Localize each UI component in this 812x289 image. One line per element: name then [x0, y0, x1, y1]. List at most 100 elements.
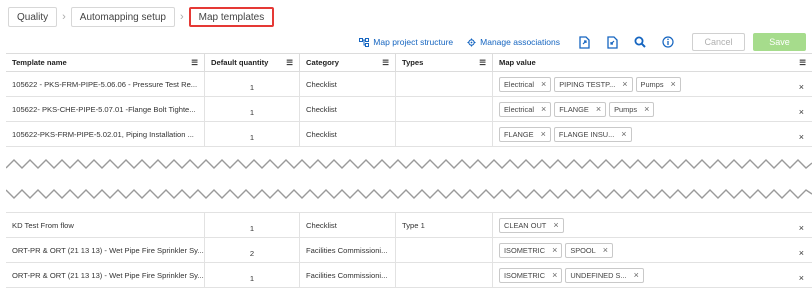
table-row[interactable]: 105622- PKS-CHE-PIPE-5.07.01 -Flange Bol…	[6, 97, 812, 122]
map-value-cell[interactable]: ISOMETRIC × SPOOL × ×	[493, 238, 812, 262]
types-cell[interactable]: Type 1	[396, 213, 493, 237]
map-value-chip: SPOOL ×	[565, 242, 614, 258]
column-header-map-value[interactable]: Map value ☰	[493, 54, 812, 71]
column-header-types[interactable]: Types ☰	[396, 54, 493, 71]
template-name-cell[interactable]: 105622 - PKS-FRM-PIPE-5.06.06 - Pressure…	[6, 72, 205, 96]
chip-label: Electrical	[504, 104, 534, 114]
template-name-cell[interactable]: ORT-PR & ORT (21 13 13) - Wet Pipe Fire …	[6, 263, 205, 287]
close-icon[interactable]: ×	[634, 270, 639, 280]
map-value-chip: FLANGE ×	[499, 126, 551, 142]
column-header-template-name[interactable]: Template name ☰	[6, 54, 205, 71]
import-icon[interactable]	[602, 33, 622, 51]
close-icon[interactable]: ×	[644, 104, 649, 114]
close-icon[interactable]: ×	[603, 245, 608, 255]
chip-label: CLEAN OUT	[504, 220, 547, 230]
types-cell[interactable]	[396, 122, 493, 146]
map-value-cell[interactable]: Electrical × PIPING TESTP... × Pumps × ×	[493, 72, 812, 96]
column-header-category[interactable]: Category ☰	[300, 54, 396, 71]
map-value-chip: FLANGE INSU... ×	[553, 126, 632, 142]
close-icon[interactable]: ×	[541, 104, 546, 114]
filter-icon[interactable]: ☰	[191, 58, 198, 67]
category-cell[interactable]: Checklist	[300, 97, 396, 121]
search-icon[interactable]	[630, 33, 650, 51]
table-row[interactable]: 105622-PKS-FRM-PIPE-5.02.01, Piping Inst…	[6, 122, 812, 147]
close-icon[interactable]: ×	[799, 126, 804, 142]
default-quantity-cell[interactable]: 2	[205, 238, 300, 262]
hierarchy-icon	[359, 37, 370, 47]
table-row[interactable]: ORT-PR & ORT (21 13 13) - Wet Pipe Fire …	[6, 238, 812, 263]
close-icon[interactable]: ×	[553, 220, 558, 230]
table-row[interactable]: 105622 - PKS-FRM-PIPE-5.06.06 - Pressure…	[6, 72, 812, 97]
default-quantity-cell[interactable]: 1	[205, 72, 300, 96]
table-row[interactable]: KD Test From flow 1 Checklist Type 1 CLEAN O…	[6, 213, 812, 238]
close-icon[interactable]: ×	[799, 76, 804, 92]
category-cell[interactable]: Checklist	[300, 72, 396, 96]
close-icon[interactable]: ×	[541, 79, 546, 89]
category-cell[interactable]: Checklist	[300, 122, 396, 146]
chip-label: Pumps	[640, 79, 664, 89]
close-icon[interactable]: ×	[799, 217, 804, 233]
close-icon[interactable]: ×	[671, 79, 676, 89]
close-icon[interactable]: ×	[799, 101, 804, 117]
chip-label: FLANGE	[504, 129, 534, 139]
column-label: Template name	[12, 58, 67, 67]
map-value-cell[interactable]: Electrical × FLANGE × Pumps × ×	[493, 97, 812, 121]
breadcrumb-map-templates[interactable]: Map templates	[188, 7, 275, 27]
table-row[interactable]: ORT-PR & ORT (21 13 13) - Wet Pipe Fire …	[6, 263, 812, 288]
breadcrumb-quality[interactable]: Quality	[8, 7, 58, 27]
default-quantity-cell[interactable]: 1	[205, 263, 300, 287]
chip-label: SPOOL	[570, 245, 596, 255]
table-body-bottom: KD Test From flow 1 Checklist Type 1 CLEAN O…	[6, 212, 812, 288]
close-icon[interactable]: ×	[552, 270, 557, 280]
category-cell[interactable]: Facilities Commissioni...	[300, 238, 396, 262]
torn-edge-divider	[6, 159, 812, 199]
template-name-cell[interactable]: 105622- PKS-CHE-PIPE-5.07.01 -Flange Bol…	[6, 97, 205, 121]
close-icon[interactable]: ×	[622, 79, 627, 89]
close-icon[interactable]: ×	[799, 242, 804, 258]
map-value-chip: Electrical ×	[499, 101, 552, 117]
toolbar: Map project structure Manage association…	[359, 33, 806, 51]
types-cell[interactable]	[396, 72, 493, 96]
filter-icon[interactable]: ☰	[286, 58, 293, 67]
column-label: Map value	[499, 58, 536, 67]
types-cell[interactable]	[396, 238, 493, 262]
info-icon[interactable]	[658, 33, 678, 51]
map-value-cell[interactable]: FLANGE × FLANGE INSU... × ×	[493, 122, 812, 146]
table-body-top: 105622 - PKS-FRM-PIPE-5.06.06 - Pressure…	[6, 72, 812, 147]
map-value-chip: Pumps ×	[635, 76, 681, 92]
default-quantity-cell[interactable]: 1	[205, 122, 300, 146]
gear-icon	[467, 37, 476, 47]
close-icon[interactable]: ×	[799, 267, 804, 283]
map-project-structure-link[interactable]: Map project structure	[359, 37, 453, 47]
default-quantity-cell[interactable]: 1	[205, 213, 300, 237]
category-cell[interactable]: Checklist	[300, 213, 396, 237]
table-header: Template name ☰ Default quantity ☰ Categ…	[6, 53, 812, 72]
close-icon[interactable]: ×	[596, 104, 601, 114]
export-icon[interactable]	[574, 33, 594, 51]
map-value-chip: PIPING TESTP... ×	[554, 76, 633, 92]
manage-associations-link[interactable]: Manage associations	[467, 37, 560, 47]
close-icon[interactable]: ×	[552, 245, 557, 255]
map-value-cell[interactable]: CLEAN OUT × ×	[493, 213, 812, 237]
cancel-button[interactable]: Cancel	[692, 33, 745, 51]
column-label: Default quantity	[211, 58, 269, 67]
default-quantity-cell[interactable]: 1	[205, 97, 300, 121]
types-cell[interactable]	[396, 97, 493, 121]
template-name-cell[interactable]: ORT-PR & ORT (21 13 13) - Wet Pipe Fire …	[6, 238, 205, 262]
breadcrumb-automapping-setup[interactable]: Automapping setup	[70, 7, 175, 27]
filter-icon[interactable]: ☰	[799, 58, 806, 67]
category-cell[interactable]: Facilities Commissioni...	[300, 263, 396, 287]
template-name-cell[interactable]: 105622-PKS-FRM-PIPE-5.02.01, Piping Inst…	[6, 122, 205, 146]
close-icon[interactable]: ×	[621, 129, 626, 139]
template-name-cell[interactable]: KD Test From flow	[6, 213, 205, 237]
chevron-right-icon: ›	[62, 11, 66, 23]
close-icon[interactable]: ×	[541, 129, 546, 139]
map-value-chip: CLEAN OUT ×	[499, 217, 564, 233]
filter-icon[interactable]: ☰	[382, 58, 389, 67]
map-value-cell[interactable]: ISOMETRIC × UNDEFINED S... × ×	[493, 263, 812, 287]
chevron-right-icon: ›	[179, 11, 184, 23]
types-cell[interactable]	[396, 263, 493, 287]
save-button[interactable]: Save	[753, 33, 806, 51]
column-header-default-quantity[interactable]: Default quantity ☰	[205, 54, 300, 71]
filter-icon[interactable]: ☰	[479, 58, 486, 67]
